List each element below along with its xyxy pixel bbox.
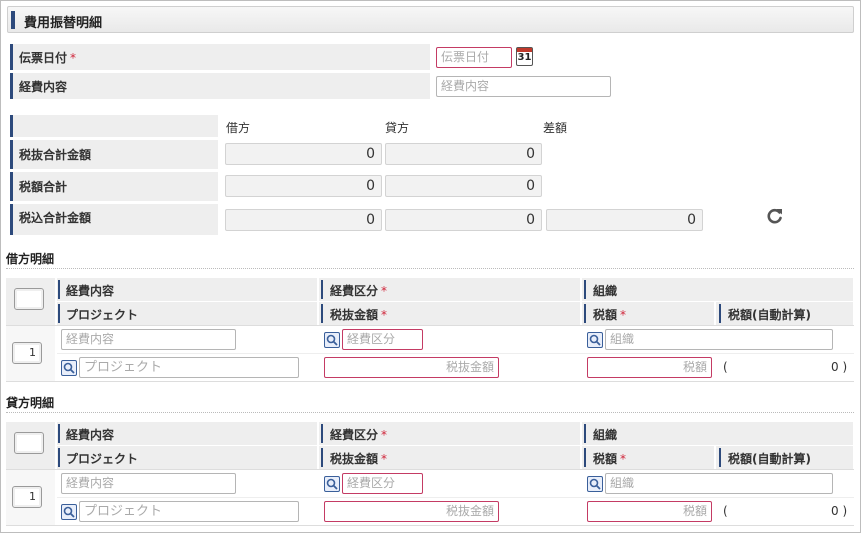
col-accent-bar [321,280,323,299]
auto-tax-open-paren: ( [723,360,728,374]
col-organization: 組織 [593,428,618,442]
col-expense-content: 経費内容 [66,428,115,442]
debit-total-value: 0 [225,143,382,165]
row-divider [57,497,854,498]
amount-excl-input[interactable]: 税抜金額 [324,501,499,522]
expense-category-input[interactable]: 経費区分 [342,473,423,494]
auto-tax-value: 0 ) [831,360,848,374]
search-icon[interactable] [587,332,603,348]
search-icon[interactable] [587,476,603,492]
label-accent-bar [10,44,13,70]
col-project: プロジェクト [66,308,139,322]
col-tax: 税額 * [593,452,627,466]
label-accent-bar [10,172,13,201]
calendar-icon[interactable]: 31 [516,47,533,66]
col-expense-content: 経費内容 [66,284,115,298]
col-accent-bar [719,304,721,323]
expense-content-label: 経費内容 [19,80,68,94]
select-all-checkbox[interactable] [14,432,44,454]
header-accent-bar [11,11,15,29]
totals-row-label: 税抜合計金額 [19,148,92,162]
auto-tax-value: 0 ) [831,504,848,518]
col-accent-bar [584,448,586,467]
select-all-checkbox[interactable] [14,288,44,310]
expense-content-label-cell [10,73,430,99]
debit-tax-total-value: 0 [225,175,382,197]
diff-total-value: 0 [546,209,703,231]
credit-total-value: 0 [385,143,542,165]
page-title: 費用振替明細 [24,16,103,31]
auto-tax-open-paren: ( [723,504,728,518]
col-tax: 税額 * [593,308,627,322]
col-accent-bar [584,280,586,299]
label-accent-bar [10,73,13,99]
debit-detail-title: 借方明細 [6,252,55,266]
col-accent-bar [321,304,323,323]
totals-col-debit: 借方 [226,121,251,135]
expense-category-input[interactable]: 経費区分 [342,329,423,350]
section-divider [6,268,854,269]
expense-content-input[interactable]: 経費内容 [61,473,236,494]
col-tax-auto: 税額(自動計算) [728,308,811,322]
search-icon[interactable] [324,332,340,348]
row-divider [57,353,854,354]
tax-input[interactable]: 税額 [587,501,712,522]
col-tax-auto: 税額(自動計算) [728,452,811,466]
row-divider [6,525,854,526]
col-amount-excl: 税抜金額 * [330,452,388,466]
col-accent-bar [719,448,721,467]
expense-content-input[interactable]: 経費内容 [61,329,236,350]
grid-head-cell [582,422,854,445]
col-project: プロジェクト [66,452,139,466]
totals-col-diff: 差額 [543,121,568,135]
search-icon[interactable] [61,504,77,520]
search-icon[interactable] [61,360,77,376]
col-accent-bar [321,448,323,467]
refresh-icon[interactable] [766,207,784,225]
tax-input[interactable]: 税額 [587,357,712,378]
col-expense-category: 経費区分 * [330,284,388,298]
slip-date-label: 伝票日付 * [19,51,77,65]
search-icon[interactable] [324,476,340,492]
credit-tax-total-value: 0 [385,175,542,197]
label-accent-bar [10,115,13,137]
col-accent-bar [58,280,60,299]
col-amount-excl: 税抜金額 * [330,308,388,322]
debit-gross-total-value: 0 [225,209,382,231]
project-input[interactable]: プロジェクト [79,501,299,522]
col-accent-bar [58,448,60,467]
totals-header-cell [10,115,218,137]
calendar-day: 31 [517,52,532,63]
amount-excl-input[interactable]: 税抜金額 [324,357,499,378]
label-accent-bar [10,140,13,169]
totals-row-label: 税込合計金額 [19,211,92,225]
col-accent-bar [584,424,586,443]
row-number-checkbox[interactable]: 1 [12,486,42,508]
col-accent-bar [584,304,586,323]
row-divider [6,325,854,326]
totals-row-label: 税額合計 [19,180,68,194]
row-divider [6,381,854,382]
required-mark: * [70,51,77,65]
col-expense-category: 経費区分 * [330,428,388,442]
row-number-checkbox[interactable]: 1 [12,342,42,364]
col-accent-bar [58,304,60,323]
row-divider [6,469,854,470]
slip-date-input[interactable]: 伝票日付 [436,47,512,68]
credit-gross-total-value: 0 [385,209,542,231]
section-divider [6,412,854,413]
col-accent-bar [321,424,323,443]
label-accent-bar [10,204,13,235]
grid-head-cell [582,278,854,301]
expense-content-input[interactable]: 経費内容 [436,76,611,97]
col-organization: 組織 [593,284,618,298]
credit-detail-title: 貸方明細 [6,396,55,410]
panel-header: 費用振替明細 [7,6,854,33]
organization-input[interactable]: 組織 [605,329,833,350]
col-accent-bar [58,424,60,443]
totals-col-credit: 貸方 [385,121,410,135]
organization-input[interactable]: 組織 [605,473,833,494]
project-input[interactable]: プロジェクト [79,357,299,378]
